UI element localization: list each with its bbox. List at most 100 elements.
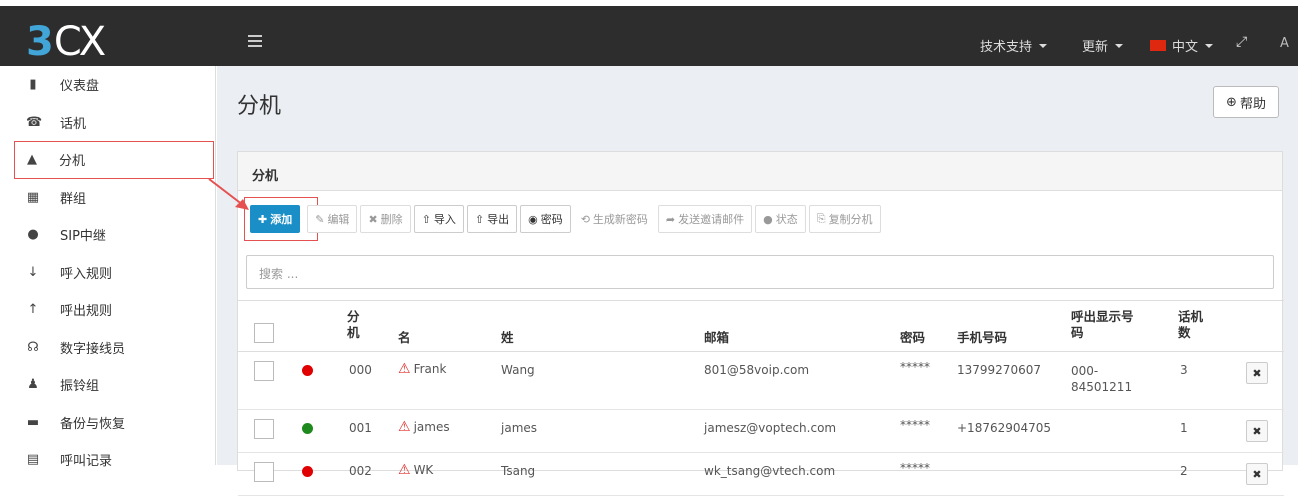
sidebar-item-label: 呼叫记录 bbox=[60, 454, 113, 470]
add-button[interactable]: ✚ 添加 bbox=[250, 205, 301, 233]
sidebar-item-label: 话机 bbox=[60, 116, 87, 132]
header-phones[interactable]: 话机 数 bbox=[1178, 309, 1203, 341]
row-checkbox[interactable] bbox=[254, 419, 274, 439]
delete-button[interactable]: ✖ 删除 bbox=[360, 205, 411, 233]
share-icon: ➦ bbox=[665, 212, 676, 226]
warning-icon: ⚠ bbox=[398, 419, 411, 435]
cell-email: jamesz@voptech.com bbox=[704, 421, 837, 435]
sidebar-item[interactable]: ♟ 振铃组 bbox=[0, 366, 215, 404]
header-ext-line1: 分 bbox=[347, 309, 360, 324]
page-title: 分机 bbox=[237, 94, 282, 119]
warning-icon: ⚠ bbox=[398, 462, 411, 478]
table-row[interactable]: 002 ⚠ WK Tsang wk_tsang@vtech.com ***** 2 ✖ bbox=[238, 453, 1284, 496]
cell-ext: 001 bbox=[349, 421, 372, 435]
status-button[interactable]: ● 状态 bbox=[755, 205, 806, 233]
sidebar-item-label: 数字接线员 bbox=[60, 341, 126, 357]
delete-label: 删除 bbox=[380, 213, 403, 226]
menu-toggle-icon[interactable] bbox=[248, 35, 262, 47]
header-ext[interactable]: 分 机 bbox=[347, 309, 360, 341]
header-password[interactable]: 密码 bbox=[900, 327, 925, 346]
header-caller-id[interactable]: 呼出显示号 码 bbox=[1071, 309, 1134, 341]
cell-caller-id: 000- 84501211 bbox=[1071, 363, 1132, 395]
cell-password: ***** bbox=[900, 418, 930, 432]
warning-icon: ⚠ bbox=[398, 361, 411, 377]
sidebar-item[interactable]: ● SIP中继 bbox=[0, 216, 215, 254]
cell-phones: 2 bbox=[1180, 464, 1188, 478]
caller-id-line2: 84501211 bbox=[1071, 380, 1133, 394]
password-button[interactable]: ◉ 密码 bbox=[520, 205, 571, 233]
cell-first-name: ⚠ Frank bbox=[398, 361, 446, 377]
cell-mobile: +18762904705 bbox=[957, 421, 1052, 435]
send-invite-button[interactable]: ➦ 发送邀请邮件 bbox=[657, 205, 753, 233]
extensions-table: 分 机 名 姓 邮箱 密码 手机号码 呼出显示号 码 话机 数 000 ⚠ Fran… bbox=[238, 300, 1284, 496]
caller-id-line1: 000- bbox=[1071, 364, 1099, 378]
main-content: 分机 ⊕ 帮助 分机 ✚ 添加 ✎ 编辑 ✖ 删除 ⇧ 导入 ⇧ 导出 ◉ 密码… bbox=[217, 66, 1298, 496]
delete-row-button[interactable]: ✖ bbox=[1246, 420, 1268, 442]
delete-row-button[interactable]: ✖ bbox=[1246, 463, 1268, 485]
sidebar-item[interactable]: ▬ 备份与恢复 bbox=[0, 404, 215, 442]
bar-chart-icon: ▮ bbox=[29, 77, 37, 93]
users-icon: ♟ bbox=[27, 377, 39, 393]
header-first-name[interactable]: 名 bbox=[398, 327, 411, 346]
panel-title: 分机 bbox=[238, 152, 1282, 191]
sidebar-item[interactable]: ↓ 呼入规则 bbox=[0, 254, 215, 292]
header-email[interactable]: 邮箱 bbox=[704, 327, 729, 346]
header-caller-id-line2: 码 bbox=[1071, 325, 1084, 340]
status-dot bbox=[302, 423, 313, 434]
support-menu[interactable]: 技术支持 bbox=[980, 36, 1048, 55]
header-mobile[interactable]: 手机号码 bbox=[957, 327, 1007, 346]
row-checkbox[interactable] bbox=[254, 462, 274, 482]
caret-down-icon bbox=[1039, 43, 1048, 48]
row-checkbox[interactable] bbox=[254, 361, 274, 381]
updates-menu[interactable]: 更新 bbox=[1082, 36, 1124, 55]
plus-icon: ✚ bbox=[258, 212, 268, 226]
regen-password-label: 生成新密码 bbox=[592, 213, 648, 226]
cell-ext: 002 bbox=[349, 464, 372, 478]
sidebar-item[interactable]: ↑ 呼出规则 bbox=[0, 291, 215, 329]
circle-icon: ● bbox=[763, 212, 773, 226]
cell-first-name: ⚠ james bbox=[398, 419, 450, 435]
extensions-panel: 分机 ✚ 添加 ✎ 编辑 ✖ 删除 ⇧ 导入 ⇧ 导出 ◉ 密码 ⟲ 生成新密码… bbox=[237, 151, 1284, 496]
table-row[interactable]: 001 ⚠ james james jamesz@voptech.com ***** +18… bbox=[238, 410, 1284, 453]
table-row[interactable]: 000 ⚠ Frank Wang 801@58voip.com ***** 13799270… bbox=[238, 352, 1284, 410]
regen-password-button[interactable]: ⟲ 生成新密码 bbox=[573, 205, 655, 233]
sidebar-item[interactable]: ☎ 话机 bbox=[0, 104, 215, 142]
refresh-icon: ⟲ bbox=[580, 212, 590, 226]
status-dot bbox=[302, 466, 313, 477]
language-menu[interactable]: 中文 bbox=[1150, 36, 1214, 55]
support-label: 技术支持 bbox=[980, 40, 1033, 55]
globe-icon: ● bbox=[27, 227, 39, 243]
cell-last-name: james bbox=[501, 421, 538, 435]
edit-label: 编辑 bbox=[327, 213, 350, 226]
delete-row-button[interactable]: ✖ bbox=[1246, 362, 1268, 384]
sidebar-item[interactable]: ▦ 群组 bbox=[0, 179, 215, 217]
import-button[interactable]: ⇧ 导入 bbox=[413, 205, 464, 233]
select-all-checkbox[interactable] bbox=[254, 323, 274, 343]
fullscreen-icon[interactable]: ⤢ bbox=[1236, 34, 1247, 50]
sidebar-item[interactable]: ☊ 数字接线员 bbox=[0, 329, 215, 367]
arrow-up-icon: ↑ bbox=[27, 302, 39, 318]
cell-mobile: 13799270607 bbox=[957, 363, 1041, 377]
header-last-name[interactable]: 姓 bbox=[501, 327, 514, 346]
edit-button[interactable]: ✎ 编辑 bbox=[307, 205, 358, 233]
pencil-icon: ✎ bbox=[315, 212, 325, 226]
cell-first-name: ⚠ WK bbox=[398, 462, 433, 478]
top-bar: 3 CX 技术支持 更新 中文 ⤢ A bbox=[0, 0, 1298, 72]
caret-down-icon bbox=[1205, 43, 1214, 48]
grid-icon: ▦ bbox=[26, 189, 40, 205]
user-menu[interactable]: A bbox=[1280, 36, 1289, 51]
sidebar-item[interactable]: ▤ 呼叫记录 bbox=[0, 441, 215, 479]
china-flag-icon bbox=[1150, 40, 1166, 51]
search-input[interactable]: 搜索 ... bbox=[246, 255, 1274, 289]
sidebar-item[interactable]: ▲ 分机 bbox=[14, 141, 214, 179]
help-label: 帮助 bbox=[1239, 96, 1266, 112]
copy-ext-button[interactable]: ⎘ 复制分机 bbox=[808, 205, 881, 233]
3cx-logo[interactable]: 3 CX bbox=[0, 12, 216, 72]
sidebar-item[interactable]: ▮ 仪表盘 bbox=[0, 66, 215, 104]
help-button[interactable]: ⊕ 帮助 bbox=[1213, 86, 1279, 118]
cell-phones: 1 bbox=[1180, 421, 1188, 435]
arrow-down-icon: ↓ bbox=[27, 264, 39, 280]
import-label: 导入 bbox=[433, 213, 456, 226]
add-label: 添加 bbox=[270, 213, 293, 226]
export-button[interactable]: ⇧ 导出 bbox=[466, 205, 518, 233]
